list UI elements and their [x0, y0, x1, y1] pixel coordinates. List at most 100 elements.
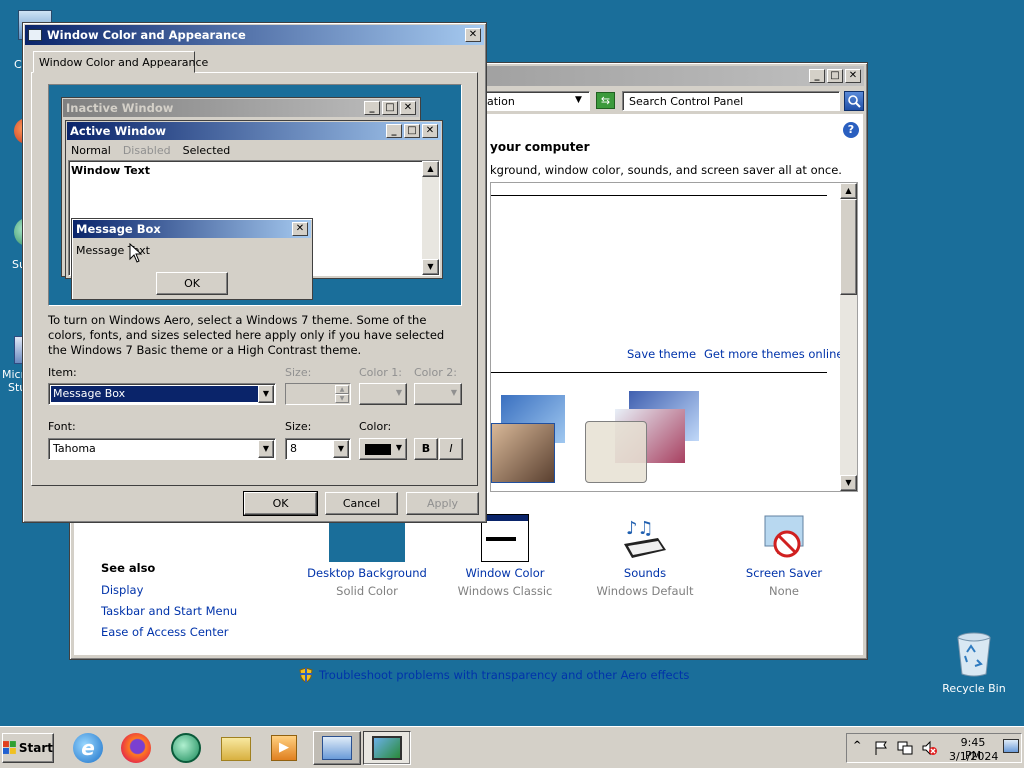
display-icon [372, 736, 402, 760]
folder-icon [221, 737, 251, 761]
show-desktop-icon[interactable] [1003, 739, 1019, 753]
info-text: To turn on Windows Aero, select a Window… [48, 313, 445, 357]
theme-list-scrollbar[interactable]: ▲ ▼ [840, 183, 857, 491]
help-icon[interactable]: ? [843, 122, 859, 138]
maximize-button[interactable]: □ [827, 69, 843, 83]
screen-saver-item[interactable]: Screen Saver None [719, 514, 849, 598]
item-select[interactable]: Message Box ▼ [48, 383, 276, 405]
scroll-down-icon: ▼ [422, 259, 439, 275]
divider [491, 372, 827, 373]
get-more-themes-link[interactable]: Get more themes online [704, 347, 843, 361]
taskbar-media-button[interactable]: ▶ [266, 731, 302, 765]
taskbar-firefox-button[interactable] [118, 731, 154, 765]
minimize-button[interactable]: _ [809, 69, 825, 83]
window-text: Window Text [71, 164, 151, 177]
theme-thumbnail[interactable] [585, 391, 715, 487]
size-spinner-down[interactable]: ▼ [335, 394, 349, 403]
scroll-thumb[interactable] [840, 199, 857, 295]
chevron-down-icon[interactable]: ▼ [258, 385, 274, 403]
close-icon: ✕ [422, 124, 438, 138]
window-color-item[interactable]: Window Color Windows Classic [440, 514, 570, 598]
sounds-sub: Windows Default [596, 584, 694, 598]
font-size-select[interactable]: 8 ▼ [285, 438, 351, 460]
cancel-button[interactable]: Cancel [325, 492, 398, 515]
save-theme-link[interactable]: Save theme [627, 347, 696, 361]
italic-button[interactable]: I [439, 438, 463, 460]
preview-message-box[interactable]: Message Box ✕ Message Text OK [71, 218, 313, 300]
color2-button[interactable]: ▼ [414, 383, 462, 405]
page-subtext: kground, window color, sounds, and scree… [490, 163, 842, 177]
taskbar-control-panel-button[interactable] [313, 731, 361, 765]
chevron-down-icon[interactable]: ▼ [575, 95, 582, 105]
start-button[interactable]: Start [2, 733, 54, 763]
font-size-label: Size: [285, 420, 312, 433]
font-color-button[interactable]: ▼ [359, 438, 407, 460]
taskbar-ie-button[interactable]: e [70, 731, 106, 765]
window-color-label: Window Color [465, 566, 545, 580]
search-icon [848, 95, 861, 108]
taskbar-explorer-button[interactable] [218, 731, 254, 765]
size-spinner-up[interactable]: ▲ [335, 385, 349, 394]
taskbar-display-button[interactable] [363, 731, 411, 765]
sounds-label: Sounds [623, 566, 667, 580]
see-also-ease-link[interactable]: Ease of Access Center [101, 625, 229, 639]
item-size-field[interactable]: ▲ ▼ [285, 383, 351, 405]
close-button[interactable]: ✕ [845, 69, 861, 83]
search-button[interactable] [844, 91, 864, 111]
see-also-display-link[interactable]: Display [101, 583, 143, 597]
font-select[interactable]: Tahoma ▼ [48, 438, 276, 460]
preview-active-titlebar: Active Window _ □ ✕ [67, 122, 441, 140]
font-select-value: Tahoma [53, 442, 96, 455]
sounds-item[interactable]: ♪♫ Sounds Windows Default [580, 514, 710, 598]
desktop-icon-recycle-bin[interactable]: Recycle Bin [939, 630, 1009, 695]
chevron-down-icon: ▼ [450, 388, 457, 397]
volume-muted-icon[interactable] [921, 740, 937, 756]
menu-disabled: Disabled [122, 143, 171, 157]
action-center-flag-icon[interactable] [873, 740, 889, 756]
clock-date[interactable]: 3/1/2024 [949, 750, 998, 763]
scroll-up-button[interactable]: ▲ [840, 183, 857, 199]
scroll-down-button[interactable]: ▼ [840, 475, 857, 491]
media-player-icon: ▶ [271, 735, 297, 761]
close-button[interactable]: ✕ [465, 28, 481, 42]
tab-window-color[interactable]: Window Color and Appearance [33, 51, 208, 73]
troubleshoot-link[interactable]: Troubleshoot problems with transparency … [319, 668, 689, 682]
color1-button[interactable]: ▼ [359, 383, 407, 405]
dialog-titlebar[interactable]: Window Color and Appearance ✕ [25, 25, 484, 45]
chevron-down-icon[interactable]: ▼ [258, 440, 274, 458]
font-label: Font: [48, 420, 76, 433]
show-hidden-icons-icon[interactable]: ^ [853, 740, 861, 751]
desktop-background-item[interactable]: Desktop Background Solid Color [302, 514, 432, 598]
chevron-down-icon[interactable]: ▼ [333, 440, 349, 458]
bold-button[interactable]: B [414, 438, 438, 460]
theme-thumbnail[interactable] [491, 393, 567, 489]
msgbox-ok-button: OK [156, 272, 228, 295]
menu-selected: Selected [182, 143, 231, 157]
page-heading: your computer [490, 140, 590, 154]
divider [491, 195, 827, 196]
screen-saver-icon [764, 515, 804, 558]
troubleshoot-row[interactable]: Troubleshoot problems with transparency … [298, 667, 689, 683]
see-also-taskbar-link[interactable]: Taskbar and Start Menu [101, 604, 237, 618]
search-input[interactable]: Search Control Panel [622, 91, 840, 111]
ok-button[interactable]: OK [243, 491, 318, 516]
msgbox-title: Message Box [76, 222, 161, 236]
windows-logo-icon [3, 741, 16, 754]
network-icon[interactable] [897, 740, 913, 756]
theme-selected-frame [585, 421, 647, 483]
see-also-title: See also [101, 561, 156, 575]
sounds-icon: ♪♫ [624, 518, 666, 558]
refresh-button[interactable]: ⇆ [596, 92, 615, 109]
desktop-background-label: Desktop Background [307, 566, 427, 580]
window-color-dialog: Window Color and Appearance ✕ Window Col… [22, 22, 487, 523]
apply-button[interactable]: Apply [406, 492, 479, 515]
close-icon: ✕ [292, 222, 308, 236]
maximize-icon: □ [404, 124, 420, 138]
taskbar-app-button[interactable] [168, 731, 204, 765]
control-panel-icon [322, 736, 352, 760]
screen-saver-sub: None [768, 584, 799, 598]
system-tray: ^ 9:45 PM 3/1/2024 [846, 733, 1022, 763]
theme-list[interactable]: Save theme Get more themes online [490, 182, 858, 492]
msgbox-titlebar: Message Box ✕ [73, 220, 311, 238]
chat-app-icon [171, 733, 201, 763]
